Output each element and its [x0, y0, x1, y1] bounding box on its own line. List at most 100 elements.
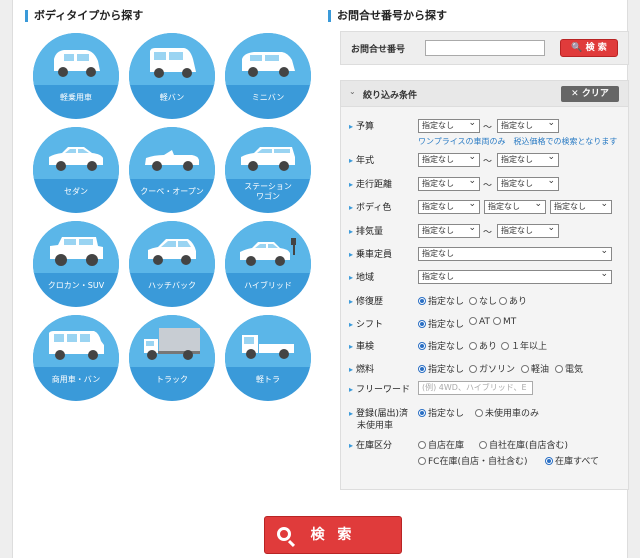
fuel-option[interactable]: ガソリン — [469, 362, 515, 375]
inspection-option[interactable]: 指定なし — [418, 339, 464, 352]
body-type-kei-car[interactable]: 軽乗用車 — [33, 33, 119, 119]
repair-label: 修復歴 — [349, 294, 383, 307]
search-icon — [277, 527, 291, 541]
range-tilde: 〜 — [483, 157, 493, 167]
stock-option[interactable]: 自店在庫 — [418, 438, 464, 451]
inquiry-search-button[interactable]: 🔍 検 索 — [560, 39, 618, 57]
suv-icon — [50, 237, 103, 266]
radio-dot — [501, 342, 509, 350]
registration-label-line2: 未使用車 — [357, 421, 394, 431]
displacement-from-select[interactable]: 指定なし — [418, 224, 480, 238]
repair-option[interactable]: 指定なし — [418, 294, 464, 307]
close-icon: ✕ — [571, 89, 579, 99]
budget-from-select[interactable]: 指定なし — [418, 119, 480, 133]
color-label: ボディ色 — [349, 200, 391, 213]
truck-icon — [144, 328, 200, 360]
registration-option[interactable]: 指定なし — [418, 406, 464, 419]
fuel-option[interactable]: 軽油 — [521, 362, 549, 375]
displacement-to-select[interactable]: 指定なし — [497, 224, 559, 238]
body-type-label: 軽乗用車 — [60, 93, 92, 102]
body-type-kei-van[interactable]: 軽バン — [129, 33, 215, 119]
inspection-option[interactable]: １年以上 — [501, 339, 547, 352]
shift-option[interactable]: AT — [469, 317, 490, 327]
year-from-select[interactable]: 指定なし — [418, 153, 480, 167]
body-type-label: ハイブリッド — [244, 281, 292, 290]
inquiry-label: お問合せ番号 — [351, 45, 406, 55]
body-type-label-line2: ワゴン — [256, 192, 280, 201]
radio-dot — [469, 297, 477, 305]
inquiry-box: お問合せ番号 🔍 検 索 — [340, 31, 629, 65]
body-type-label: ステーション — [244, 182, 292, 191]
minivan-icon — [242, 52, 295, 77]
stock-option[interactable]: FC在庫(自店・自社含む) — [418, 454, 527, 467]
color-select-1[interactable]: 指定なし — [418, 200, 480, 214]
hatchback-icon — [148, 239, 196, 265]
radio-dot — [545, 457, 553, 465]
body-type-truck[interactable]: トラック — [129, 315, 215, 401]
filter-header[interactable]: ⌄ 絞り込み条件 ✕ クリア — [341, 81, 628, 107]
keyword-label: フリーワード — [349, 382, 410, 395]
body-type-title: ボディタイプから探す — [25, 9, 143, 23]
registration-option[interactable]: 未使用車のみ — [475, 406, 539, 419]
shift-label: シフト — [349, 317, 383, 330]
repair-option[interactable]: なし — [469, 294, 497, 307]
stock-option[interactable]: 在庫すべて — [545, 454, 599, 467]
repair-option[interactable]: あり — [499, 294, 527, 307]
keyword-input[interactable]: (例) 4WD、ハイブリッド、E — [418, 381, 533, 395]
filter-title: 絞り込み条件 — [363, 91, 418, 101]
convertible-icon — [145, 150, 199, 171]
clear-button[interactable]: ✕ クリア — [561, 86, 619, 102]
body-type-station-wagon[interactable]: ステーション ワゴン — [225, 127, 311, 213]
body-type-label: ハッチバック — [148, 281, 196, 290]
seats-label: 乗車定員 — [349, 247, 392, 260]
body-type-kei-truck[interactable]: 軽トラ — [225, 315, 311, 401]
body-type-sedan[interactable]: セダン — [33, 127, 119, 213]
radio-dot — [499, 297, 507, 305]
fuel-option[interactable]: 指定なし — [418, 362, 464, 375]
shift-option[interactable]: MT — [493, 317, 516, 327]
body-type-label: ミニバン — [251, 93, 285, 102]
body-type-label: セダン — [64, 187, 88, 196]
chevron-down-icon: ⌄ — [349, 87, 356, 96]
body-type-suv[interactable]: クロカン・SUV — [33, 221, 119, 307]
range-tilde: 〜 — [483, 228, 493, 238]
displacement-label: 排気量 — [349, 224, 383, 237]
body-type-commercial-van[interactable]: 商用車・バン — [33, 315, 119, 401]
radio-dot — [555, 365, 563, 373]
filter-panel: ⌄ 絞り込み条件 ✕ クリア 予算 指定なし 〜 指定なし ワンプライスの車両の… — [340, 80, 629, 490]
body-type-label: 商用車・バン — [51, 375, 101, 384]
radio-dot — [418, 320, 426, 328]
year-to-select[interactable]: 指定なし — [497, 153, 559, 167]
inquiry-title: お問合せ番号から探す — [328, 9, 447, 23]
van-icon — [49, 331, 104, 360]
radio-dot — [521, 365, 529, 373]
wagon-icon — [241, 147, 295, 171]
mileage-to-select[interactable]: 指定なし — [497, 177, 559, 191]
color-select-2[interactable]: 指定なし — [484, 200, 546, 214]
body-type-label: 軽バン — [159, 93, 185, 102]
seats-select[interactable]: 指定なし — [418, 247, 612, 261]
budget-to-select[interactable]: 指定なし — [497, 119, 559, 133]
kei-car-icon — [54, 50, 100, 77]
stock-option[interactable]: 自社在庫(自店含む) — [479, 438, 568, 451]
body-type-minivan[interactable]: ミニバン — [225, 33, 311, 119]
body-type-coupe-open[interactable]: クーペ・オープン — [129, 127, 215, 213]
shift-option[interactable]: 指定なし — [418, 317, 464, 330]
stock-label: 在庫区分 — [349, 438, 392, 451]
region-select[interactable]: 指定なし — [418, 270, 612, 284]
fuel-option[interactable]: 電気 — [555, 362, 583, 375]
radio-dot — [418, 441, 426, 449]
body-type-hybrid[interactable]: ハイブリッド — [225, 221, 311, 307]
inquiry-number-input[interactable] — [425, 40, 545, 56]
body-type-label: トラック — [156, 375, 188, 384]
color-select-3[interactable]: 指定なし — [550, 200, 612, 214]
radio-dot — [469, 342, 477, 350]
mileage-label: 走行距離 — [349, 177, 392, 190]
search-button[interactable]: 検 索 — [264, 516, 402, 554]
body-type-hatchback[interactable]: ハッチバック — [129, 221, 215, 307]
sedan-icon — [49, 147, 103, 171]
inspection-option[interactable]: あり — [469, 339, 497, 352]
mileage-from-select[interactable]: 指定なし — [418, 177, 480, 191]
search-icon: 🔍 — [571, 43, 583, 53]
region-label: 地域 — [349, 270, 374, 283]
